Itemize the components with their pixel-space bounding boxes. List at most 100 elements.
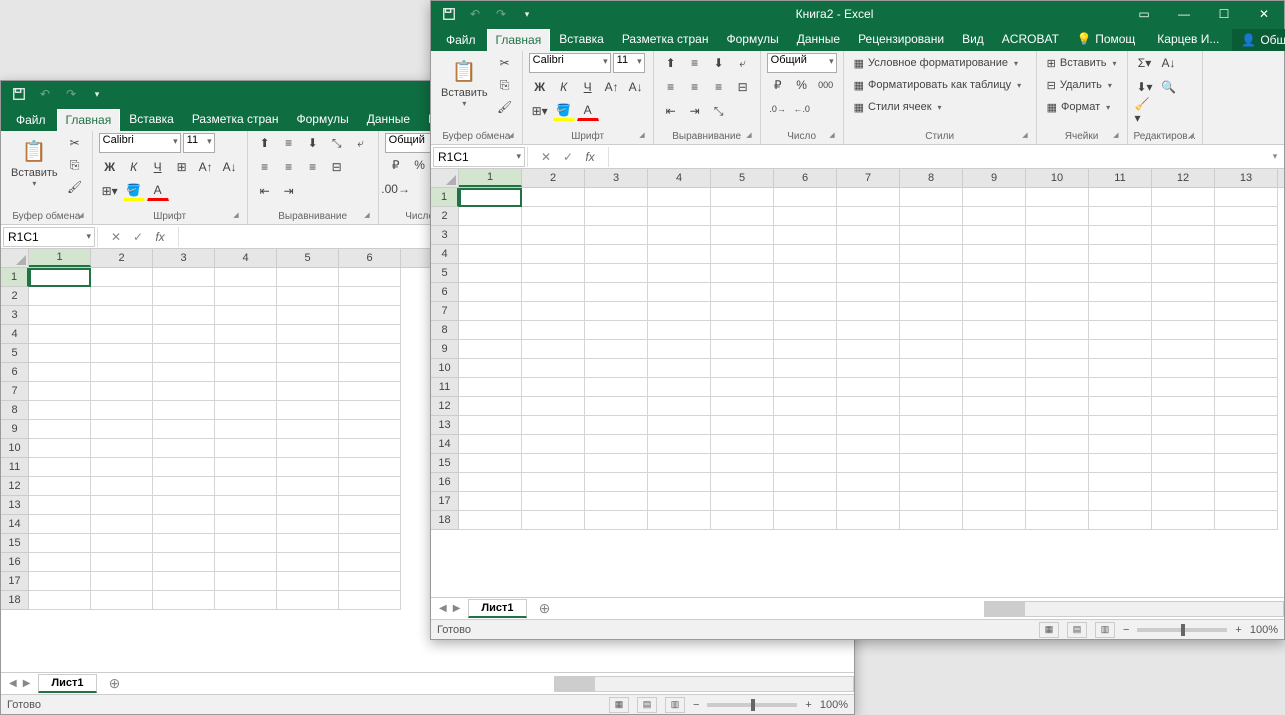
cell[interactable]: [215, 496, 277, 515]
underline-button[interactable]: Ч: [577, 77, 599, 97]
cell[interactable]: [1215, 473, 1278, 492]
tab-home[interactable]: Главная: [57, 109, 121, 131]
cell[interactable]: [459, 511, 522, 530]
cell[interactable]: [1089, 473, 1152, 492]
cell[interactable]: [711, 302, 774, 321]
cell[interactable]: [339, 268, 401, 287]
conditional-formatting-button[interactable]: ▦ Условное форматирование▾: [850, 53, 1022, 73]
cell[interactable]: [153, 325, 215, 344]
cell[interactable]: [648, 340, 711, 359]
orientation-button[interactable]: ⤡: [326, 133, 348, 153]
cell[interactable]: [91, 572, 153, 591]
minimize-button[interactable]: —: [1164, 1, 1204, 27]
maximize-button[interactable]: ☐: [1204, 1, 1244, 27]
align-top-button[interactable]: ⬆: [254, 133, 276, 153]
cell[interactable]: [215, 344, 277, 363]
cell[interactable]: [522, 435, 585, 454]
col-header[interactable]: 6: [774, 169, 837, 187]
cell[interactable]: [963, 264, 1026, 283]
cell[interactable]: [1152, 378, 1215, 397]
cell[interactable]: [837, 397, 900, 416]
cell[interactable]: [215, 591, 277, 610]
font-color-button[interactable]: A: [577, 101, 599, 121]
cell[interactable]: [277, 477, 339, 496]
cell[interactable]: [711, 207, 774, 226]
cell[interactable]: [585, 283, 648, 302]
tab-insert[interactable]: Вставка: [550, 28, 613, 51]
cell[interactable]: [459, 302, 522, 321]
cell[interactable]: [215, 553, 277, 572]
cell[interactable]: [1089, 188, 1152, 207]
cell[interactable]: [1152, 473, 1215, 492]
row-header[interactable]: 7: [431, 302, 459, 321]
cell[interactable]: [963, 435, 1026, 454]
cell[interactable]: [29, 287, 91, 306]
cell[interactable]: [900, 435, 963, 454]
cell[interactable]: [215, 401, 277, 420]
row-header[interactable]: 8: [431, 321, 459, 340]
row-header[interactable]: 18: [1, 591, 29, 610]
cell[interactable]: [963, 188, 1026, 207]
cell[interactable]: [900, 378, 963, 397]
cell[interactable]: [339, 306, 401, 325]
cell[interactable]: [963, 473, 1026, 492]
cell[interactable]: [900, 340, 963, 359]
cell[interactable]: [153, 534, 215, 553]
undo-icon[interactable]: ↶: [463, 3, 487, 25]
cell[interactable]: [1026, 207, 1089, 226]
name-box[interactable]: R1C1: [433, 147, 525, 167]
cell[interactable]: [585, 511, 648, 530]
cell[interactable]: [900, 302, 963, 321]
name-box[interactable]: R1C1: [3, 227, 95, 247]
cell[interactable]: [1215, 492, 1278, 511]
cell[interactable]: [711, 359, 774, 378]
expand-formula-bar-icon[interactable]: ▾: [1266, 151, 1284, 162]
cell[interactable]: [963, 416, 1026, 435]
tab-nav-prev-icon[interactable]: ◀: [9, 678, 17, 689]
cell[interactable]: [91, 553, 153, 572]
cell[interactable]: [648, 378, 711, 397]
cell[interactable]: [522, 264, 585, 283]
cell[interactable]: [1089, 302, 1152, 321]
cell[interactable]: [522, 359, 585, 378]
page-break-view-icon[interactable]: ▥: [1095, 622, 1115, 638]
cell[interactable]: [91, 268, 153, 287]
cell[interactable]: [29, 591, 91, 610]
cell[interactable]: [774, 435, 837, 454]
cell[interactable]: [1152, 416, 1215, 435]
cell[interactable]: [339, 534, 401, 553]
indent-increase-button[interactable]: ⇥: [684, 101, 706, 121]
cell[interactable]: [1215, 397, 1278, 416]
col-header[interactable]: 9: [963, 169, 1026, 187]
cell[interactable]: [277, 420, 339, 439]
cell[interactable]: [153, 306, 215, 325]
tab-insert[interactable]: Вставка: [120, 108, 183, 131]
cell[interactable]: [91, 287, 153, 306]
cell[interactable]: [522, 188, 585, 207]
cell[interactable]: [277, 534, 339, 553]
insert-cells-button[interactable]: ⊞ Вставить▾: [1043, 53, 1121, 73]
cell[interactable]: [215, 439, 277, 458]
cell[interactable]: [339, 363, 401, 382]
cell[interactable]: [711, 473, 774, 492]
row-header[interactable]: 15: [1, 534, 29, 553]
cell[interactable]: [963, 511, 1026, 530]
cell[interactable]: [1089, 378, 1152, 397]
row-header[interactable]: 3: [431, 226, 459, 245]
cell[interactable]: [774, 264, 837, 283]
tell-me-button[interactable]: 💡 Помощ: [1068, 28, 1144, 51]
page-layout-view-icon[interactable]: ▤: [1067, 622, 1087, 638]
zoom-in-button[interactable]: +: [805, 699, 811, 711]
cell[interactable]: [774, 492, 837, 511]
row-header[interactable]: 12: [1, 477, 29, 496]
cell[interactable]: [29, 515, 91, 534]
cell[interactable]: [1215, 321, 1278, 340]
cell[interactable]: [585, 473, 648, 492]
cell[interactable]: [1026, 340, 1089, 359]
cell[interactable]: [963, 283, 1026, 302]
cell[interactable]: [339, 496, 401, 515]
cell[interactable]: [1089, 245, 1152, 264]
cell[interactable]: [585, 416, 648, 435]
cell[interactable]: [339, 477, 401, 496]
cell[interactable]: [648, 283, 711, 302]
